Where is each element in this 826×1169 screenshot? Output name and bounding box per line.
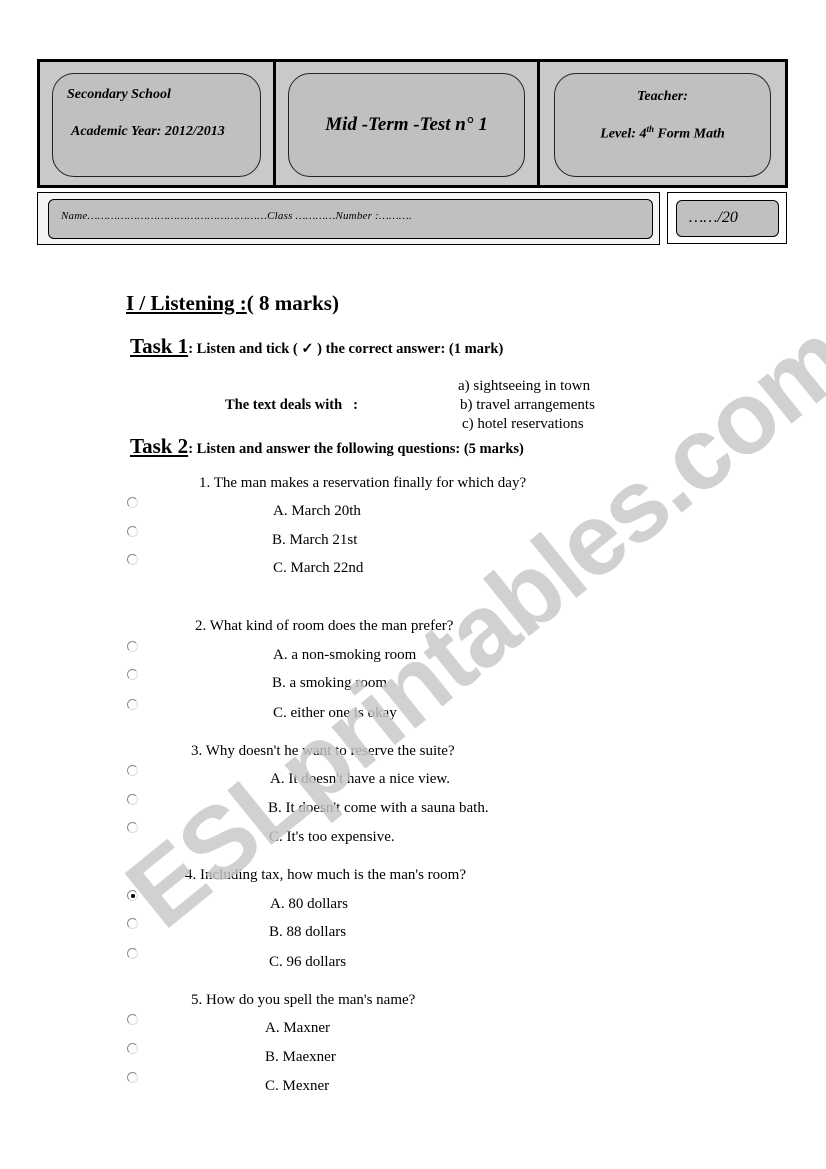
radio-button[interactable] (127, 765, 138, 776)
answer-option[interactable]: C. It's too expensive. (269, 829, 395, 846)
answer-option[interactable]: A. a non-smoking room (273, 647, 416, 664)
question-text: 2. What kind of room does the man prefer… (195, 618, 454, 634)
answer-option[interactable]: C. 96 dollars (269, 954, 346, 971)
task-1-option[interactable]: b) travel arrangements (460, 397, 595, 414)
task-2-instruction: : Listen and answer the following questi… (188, 441, 524, 457)
task-1-option[interactable]: a) sightseeing in town (458, 378, 590, 395)
school-cell: Secondary School Academic Year: 2012/201… (40, 62, 276, 185)
answer-option[interactable]: B. 88 dollars (269, 924, 346, 941)
student-info-band: Name………………………………………………Class …………Number :… (37, 192, 660, 245)
radio-button[interactable] (127, 918, 138, 929)
score-text: ……/20 (689, 209, 738, 226)
answer-option[interactable]: B. March 21st (272, 532, 357, 549)
answer-option[interactable]: B. Maexner (265, 1049, 336, 1066)
task-1-instruction: : Listen and tick ( ✓ ) the correct answ… (188, 341, 504, 357)
answer-option[interactable]: C. Mexner (265, 1078, 329, 1095)
radio-button[interactable] (127, 699, 138, 710)
radio-button[interactable] (127, 1014, 138, 1025)
radio-button[interactable] (127, 794, 138, 805)
answer-option[interactable]: A. Maxner (265, 1020, 330, 1037)
answer-option[interactable]: A. March 20th (273, 503, 361, 520)
section-title-rest: ( 8 marks) (246, 291, 339, 315)
header-band: Secondary School Academic Year: 2012/201… (37, 59, 788, 188)
teacher-label: Teacher: (637, 89, 688, 104)
radio-button[interactable] (127, 890, 138, 901)
answer-option[interactable]: C. March 22nd (273, 560, 363, 577)
radio-button[interactable] (127, 641, 138, 652)
title-cell: Mid -Term -Test n° 1 (276, 62, 540, 185)
student-info-box[interactable]: Name………………………………………………Class …………Number :… (48, 199, 653, 239)
radio-button[interactable] (127, 669, 138, 680)
radio-button[interactable] (127, 554, 138, 565)
school-name: Secondary School (67, 87, 171, 102)
task-1-name: Task 1 (130, 334, 189, 358)
radio-button[interactable] (127, 526, 138, 537)
level-prefix: Level: 4 (600, 126, 647, 142)
radio-button[interactable] (127, 497, 138, 508)
answer-option[interactable]: B. It doesn't come with a sauna bath. (268, 800, 489, 817)
student-info-line: Name………………………………………………Class …………Number :… (61, 210, 412, 222)
test-title: Mid -Term -Test n° 1 (325, 114, 488, 135)
teacher-cell: Teacher: Level: 4th Form Math (540, 62, 785, 185)
section-title: I / Listening :( 8 marks) (126, 291, 339, 316)
level-label: Level: 4th Form Math (555, 124, 770, 143)
level-suffix: Form Math (653, 126, 725, 142)
question-text: 1. The man makes a reservation finally f… (199, 475, 527, 491)
task-2-heading: Task 2: Listen and answer the following … (130, 434, 524, 459)
radio-button[interactable] (127, 948, 138, 959)
level-sup: th (646, 124, 654, 134)
score-band: ……/20 (667, 192, 787, 244)
title-box: Mid -Term -Test n° 1 (288, 73, 525, 177)
task-2-name: Task 2 (130, 434, 189, 458)
radio-button[interactable] (127, 1043, 138, 1054)
answer-option[interactable]: A. 80 dollars (270, 896, 348, 913)
task-1-prompt: The text deals with : (225, 397, 358, 413)
answer-option[interactable]: B. a smoking room (272, 675, 387, 692)
score-box[interactable]: ……/20 (676, 200, 779, 237)
answer-option[interactable]: A. It doesn't have a nice view. (270, 771, 450, 788)
radio-button[interactable] (127, 822, 138, 833)
radio-button[interactable] (127, 1072, 138, 1083)
question-text: 4. Including tax, how much is the man's … (185, 867, 466, 883)
answer-option[interactable]: C. either one is okay (273, 705, 397, 722)
school-box: Secondary School Academic Year: 2012/201… (52, 73, 261, 177)
question-text: 5. How do you spell the man's name? (191, 992, 416, 1008)
task-1-heading: Task 1: Listen and tick ( ✓ ) the correc… (130, 334, 503, 359)
section-title-underlined: I / Listening : (126, 291, 247, 315)
teacher-box: Teacher: Level: 4th Form Math (554, 73, 771, 177)
question-text: 3. Why doesn't he want to reserve the su… (191, 743, 455, 759)
task-1-option[interactable]: c) hotel reservations (462, 416, 584, 433)
academic-year: Academic Year: 2012/2013 (71, 124, 225, 139)
